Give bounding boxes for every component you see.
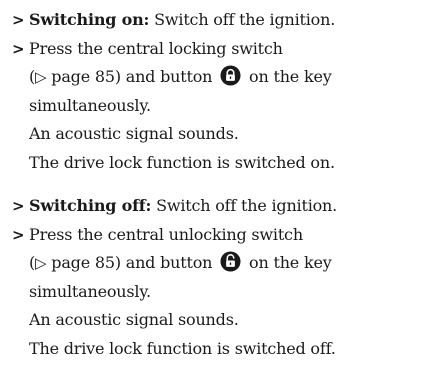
- switching-off-label: Switching off:: [29, 196, 152, 215]
- key-text: on the key: [244, 253, 332, 272]
- acoustic-signal-line: An acoustic signal sounds.: [29, 310, 239, 329]
- page-ref-triangle-icon: ▷: [35, 254, 47, 272]
- lock-closed-icon: [220, 65, 241, 86]
- switching-off-text: Switch off the ignition.: [151, 196, 338, 215]
- instructions: > Switching on: Switch off the ignition. …: [12, 6, 417, 363]
- page-ref-triangle-icon: ▷: [35, 68, 47, 86]
- key-text: on the key: [244, 67, 332, 86]
- step-arrow-icon: >: [12, 225, 25, 244]
- step-arrow-icon: >: [12, 39, 25, 58]
- acoustic-signal-line: An acoustic signal sounds.: [29, 124, 239, 143]
- page-reference-line: (▷ page 85) and button on the key: [29, 251, 332, 272]
- page-reference: page 85) and button: [46, 253, 213, 272]
- page-reference: page 85) and button: [46, 67, 213, 86]
- simultaneously-line: simultaneously.: [29, 281, 151, 301]
- press-locking-text: Press the central locking switch: [29, 38, 283, 58]
- result-line: The drive lock function is switched off.: [29, 338, 336, 358]
- step-arrow-icon: >: [12, 197, 25, 215]
- step-switching-off: > Switching off: Switch off the ignition.: [12, 192, 417, 221]
- page-reference-line: (▷ page 85) and button on the key: [29, 65, 332, 86]
- press-unlocking-text: Press the central unlocking switch: [29, 224, 303, 244]
- step-arrow-icon: >: [12, 11, 25, 29]
- switching-on-text: Switch off the ignition.: [149, 10, 336, 29]
- step-switching-on: > Switching on: Switch off the ignition.: [12, 6, 417, 35]
- lock-open-icon: [220, 251, 241, 272]
- step-press-locking: > Press the central locking switch: [12, 35, 417, 64]
- step-press-unlocking: > Press the central unlocking switch: [12, 221, 417, 250]
- simultaneously-line: simultaneously.: [29, 95, 151, 115]
- result-line: The drive lock function is switched on.: [29, 152, 335, 172]
- switching-on-label: Switching on:: [29, 10, 150, 29]
